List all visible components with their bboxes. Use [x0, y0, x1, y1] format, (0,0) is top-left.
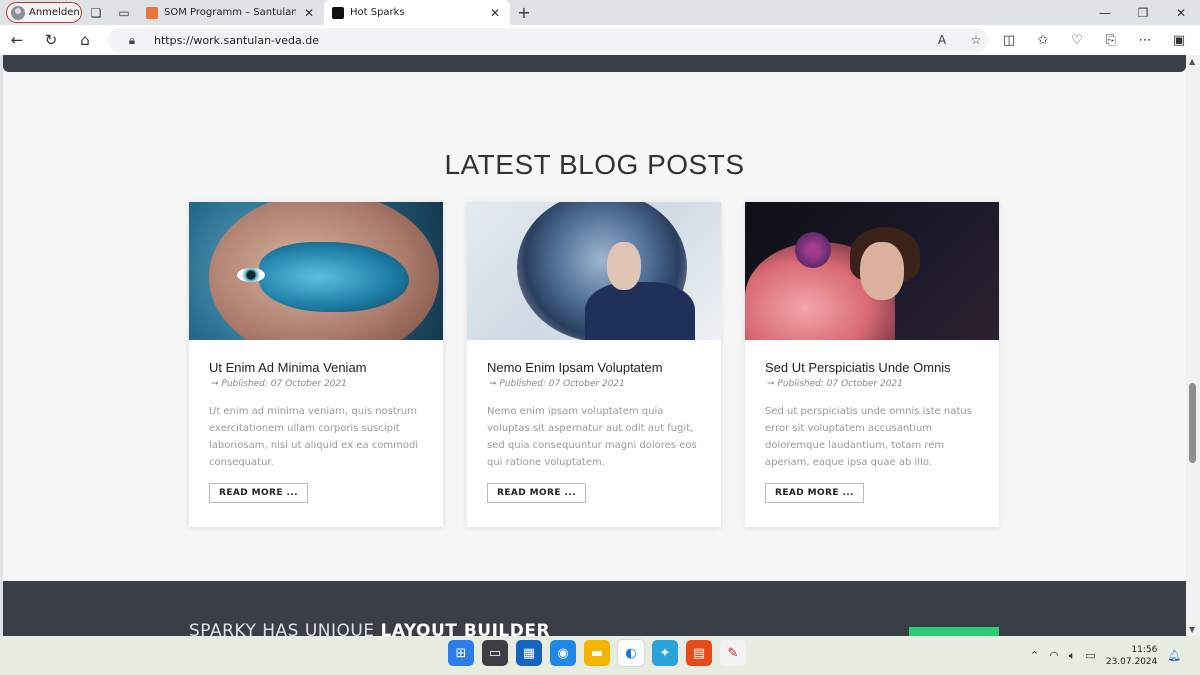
split-screen-icon[interactable]: ◫	[992, 33, 1026, 48]
tab-title: Hot Sparks	[350, 7, 405, 18]
post-image[interactable]	[189, 202, 443, 340]
post-date: ➞ Published: 07 October 2021	[211, 379, 347, 389]
close-window-icon[interactable]: ✕	[1162, 6, 1200, 20]
browser-extensions: ◫ ✩ ♡ ⎘ ⋯ ▣	[992, 33, 1196, 48]
site-favicon-icon	[146, 6, 158, 19]
read-more-button[interactable]: READ MORE ...	[209, 483, 308, 503]
scrollbar-thumb[interactable]	[1189, 383, 1196, 463]
read-more-button[interactable]: READ MORE ...	[487, 483, 586, 503]
close-tab-icon[interactable]: ✕	[488, 6, 502, 20]
read-more-button[interactable]: READ MORE ...	[765, 483, 864, 503]
post-title[interactable]: Sed Ut Perspiciatis Unde Omnis	[765, 360, 979, 375]
refresh-icon[interactable]: ↻	[34, 31, 68, 49]
tab-title: SOM Programm – Santulan Veda	[164, 7, 296, 18]
home-icon[interactable]: ⌂	[68, 31, 102, 49]
window-controls: — ❐ ✕	[1086, 6, 1200, 20]
blog-card: Ut Enim Ad Minima Veniam ➞ Published: 07…	[189, 202, 443, 527]
workspaces-icon[interactable]: ❏	[82, 2, 110, 24]
profile-button[interactable]: Anmelden	[6, 2, 82, 23]
tab-actions-icon[interactable]: ▭	[110, 2, 138, 24]
new-tab-icon[interactable]: +	[510, 3, 538, 22]
clock-time: 11:56	[1131, 644, 1158, 655]
avatar-icon	[11, 5, 25, 20]
browser-essentials-icon[interactable]: ♡	[1060, 33, 1094, 48]
banner-heading-prefix: SPARKY HAS UNIQUE	[189, 621, 381, 636]
favorite-star-icon[interactable]: ☆	[964, 33, 988, 47]
minimize-icon[interactable]: —	[1086, 6, 1124, 20]
post-title[interactable]: Ut Enim Ad Minima Veniam	[209, 360, 423, 375]
post-date: ➞ Published: 07 October 2021	[767, 379, 903, 389]
wifi-icon[interactable]: ◠	[1049, 649, 1059, 662]
url-text[interactable]: https://work.santulan-veda.de	[154, 34, 920, 47]
browser-tab-bar: Anmelden ❏ ▭ SOM Programm – Santulan Ved…	[0, 0, 1200, 25]
sidebar-toggle-icon[interactable]: ▣	[1162, 33, 1196, 48]
windows-taskbar: ⊞ ▭ ▦ ◉ ▬ ◐ ✦ ▤ ✎ ⌃ ◠ 🔈︎ ▭ 11:56 23.07.2…	[0, 636, 1200, 675]
chevron-up-icon[interactable]: ⌃	[1030, 649, 1039, 662]
scroll-up-icon[interactable]: ▲	[1189, 57, 1195, 66]
post-excerpt: Sed ut perspiciatis unde omnis iste natu…	[765, 406, 972, 468]
banner-cta-button[interactable]	[909, 627, 999, 636]
section-title: LATEST BLOG POSTS	[444, 149, 745, 180]
banner-heading: SPARKY HAS UNIQUE LAYOUT BUILDER	[189, 621, 550, 636]
clock[interactable]: 11:56 23.07.2024	[1106, 644, 1158, 668]
app-icon[interactable]: ◉	[550, 640, 576, 666]
back-icon[interactable]: ←	[0, 31, 34, 49]
post-excerpt: Ut enim ad minima veniam, quis nostrum e…	[209, 406, 419, 468]
header-band	[3, 55, 1186, 72]
browser-toolbar: ← ↻ ⌂ 🔒︎ https://work.santulan-veda.de A…	[0, 25, 1200, 55]
app-icon[interactable]: ✎	[720, 640, 746, 666]
scroll-down-icon[interactable]: ▼	[1189, 625, 1195, 634]
edge-browser-icon[interactable]: ◐	[618, 640, 644, 666]
post-title[interactable]: Nemo Enim Ipsam Voluptatem	[487, 360, 701, 375]
notification-bell-icon[interactable]: 🔔︎	[1167, 649, 1181, 662]
read-aloud-icon[interactable]: A	[930, 33, 954, 47]
system-tray: ⌃ ◠ 🔈︎ ▭ 11:56 23.07.2024 🔔︎	[1030, 636, 1181, 675]
volume-icon[interactable]: 🔈︎	[1069, 649, 1076, 663]
close-tab-icon[interactable]: ✕	[302, 6, 316, 20]
task-view-icon[interactable]: ▭	[482, 640, 508, 666]
screenshot-icon[interactable]: ⎘	[1094, 33, 1128, 48]
post-image[interactable]	[745, 202, 999, 340]
tab-hot-sparks[interactable]: Hot Sparks ✕	[324, 0, 510, 25]
app-icon[interactable]: ✦	[652, 640, 678, 666]
store-icon[interactable]: ▦	[516, 640, 542, 666]
favorites-icon[interactable]: ✩	[1026, 33, 1060, 48]
post-date: ➞ Published: 07 October 2021	[489, 379, 625, 389]
more-options-icon[interactable]: ⋯	[1128, 33, 1162, 48]
file-explorer-icon[interactable]: ▬	[584, 640, 610, 666]
start-windows-icon[interactable]: ⊞	[448, 640, 474, 666]
layout-builder-banner: SPARKY HAS UNIQUE LAYOUT BUILDER	[3, 581, 1186, 636]
post-image[interactable]	[467, 202, 721, 340]
banner-heading-bold: LAYOUT BUILDER	[380, 621, 551, 636]
taskbar-apps: ⊞ ▭ ▦ ◉ ▬ ◐ ✦ ▤ ✎	[448, 640, 746, 666]
tab-som-programm[interactable]: SOM Programm – Santulan Veda ✕	[138, 0, 324, 25]
page-scrollbar[interactable]: ▲ ▼	[1186, 55, 1200, 636]
app-icon[interactable]: ▤	[686, 640, 712, 666]
post-excerpt: Nemo enim ipsam voluptatem quia voluptas…	[487, 406, 697, 468]
page-viewport: LATEST BLOG POSTS Ut Enim Ad Minima Veni…	[3, 55, 1186, 636]
restore-icon[interactable]: ❐	[1124, 6, 1162, 20]
lock-icon[interactable]: 🔒︎	[120, 33, 144, 48]
address-bar[interactable]: 🔒︎ https://work.santulan-veda.de A ☆	[108, 28, 988, 52]
blog-card: Sed Ut Perspiciatis Unde Omnis ➞ Publish…	[745, 202, 999, 527]
site-favicon-icon	[332, 6, 344, 19]
clock-date: 23.07.2024	[1105, 656, 1158, 667]
battery-icon[interactable]: ▭	[1085, 649, 1095, 662]
blog-card: Nemo Enim Ipsam Voluptatem ➞ Published: …	[467, 202, 721, 527]
profile-label: Anmelden	[29, 7, 80, 18]
